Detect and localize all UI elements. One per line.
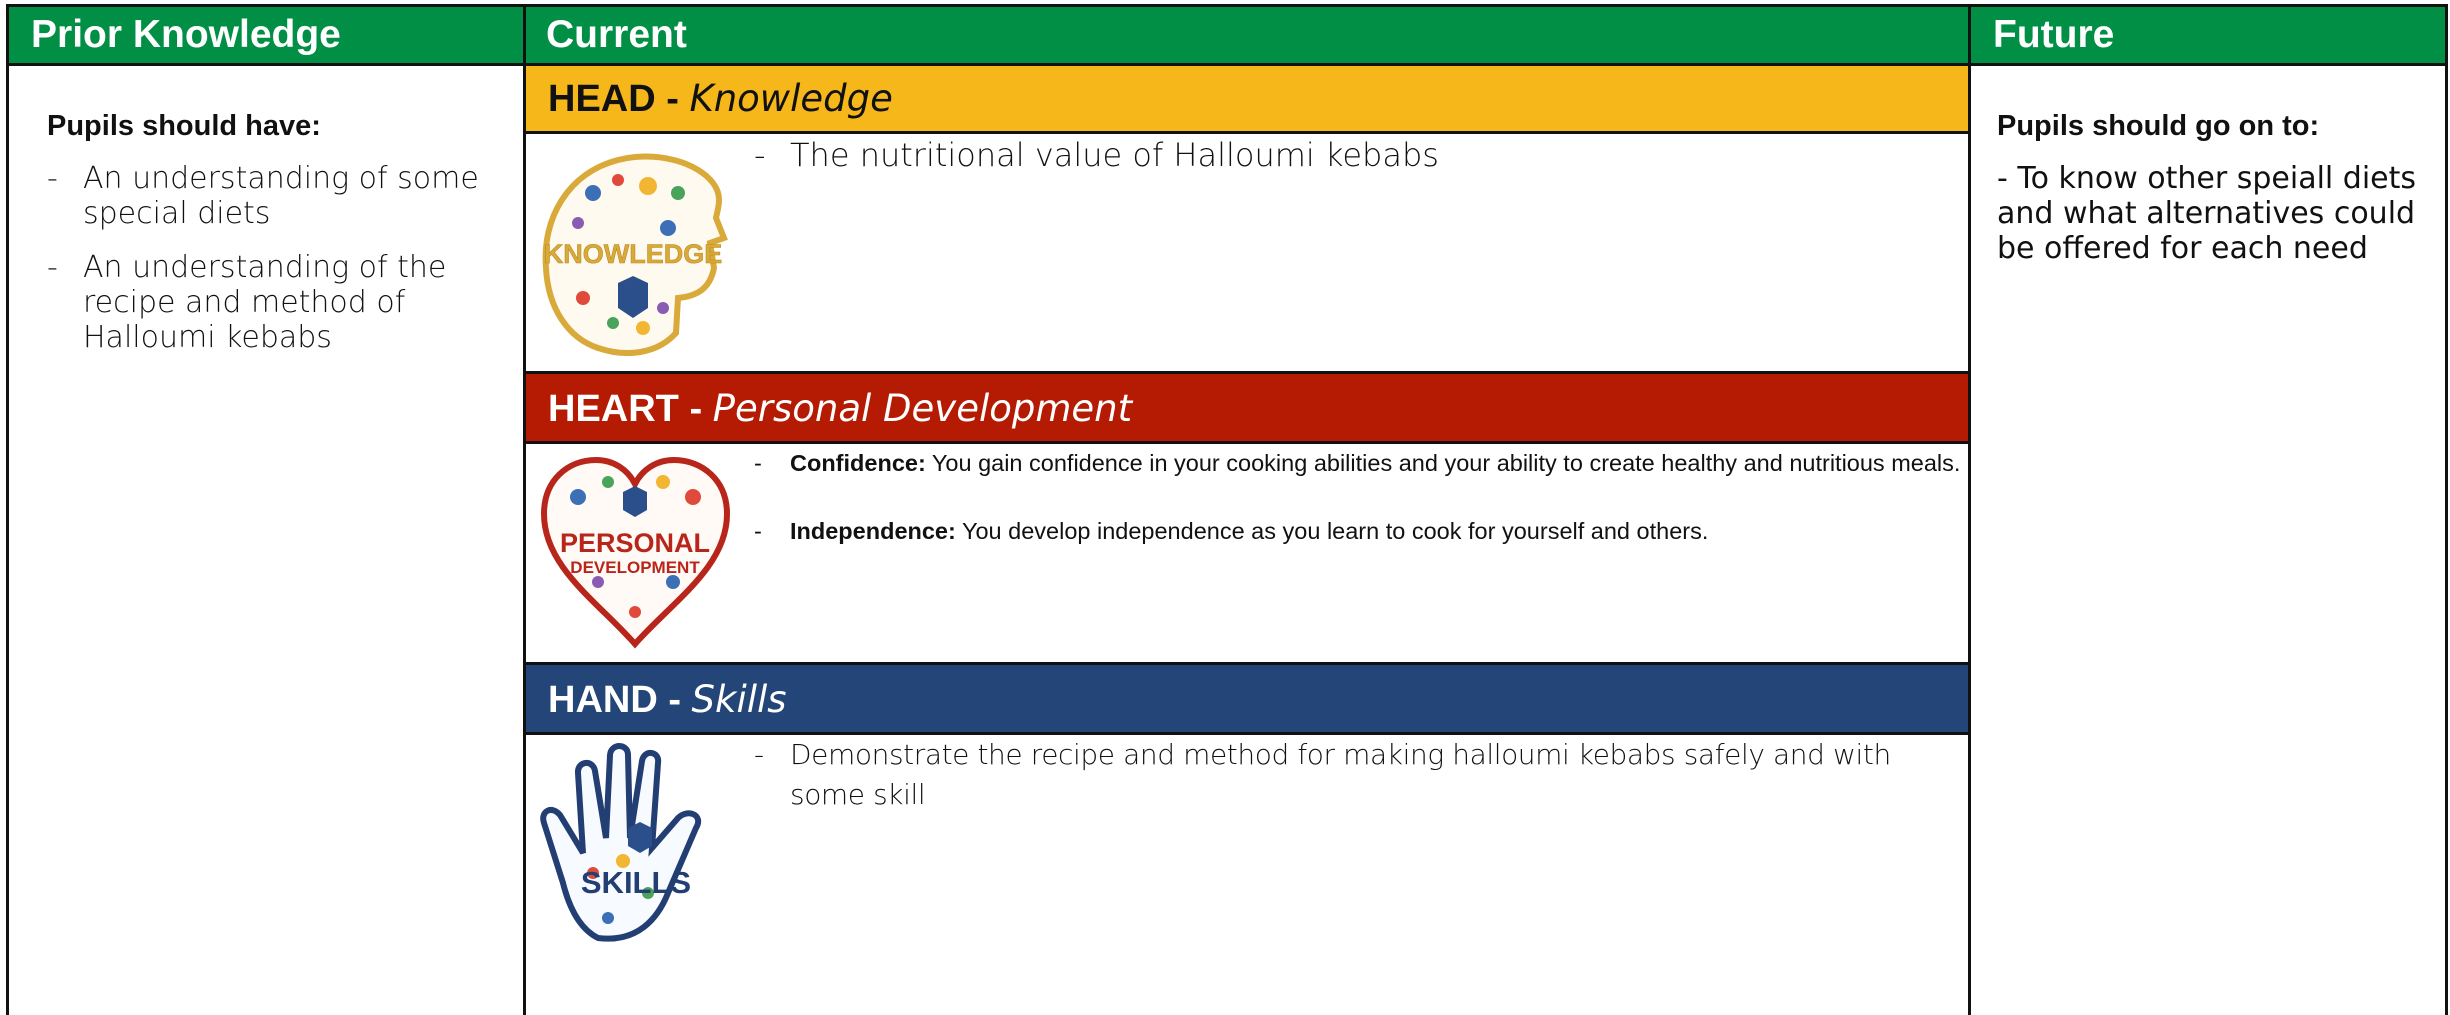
head-label: HEAD - <box>548 78 679 120</box>
heart-section-bar: HEART - Personal Development <box>526 371 1968 444</box>
hand-subtitle: Skills <box>691 678 787 721</box>
prior-knowledge-header: Prior Knowledge <box>9 7 523 66</box>
list-item: - The nutritional value of Halloumi keba… <box>754 136 1439 174</box>
prior-list: - An understanding of some special diets … <box>47 161 523 355</box>
knowledge-head-icon: KNOWLEDGE <box>542 153 728 356</box>
list-item: - An understanding of some special diets <box>47 161 479 231</box>
future-column: Future Pupils should go on to: - To know… <box>1971 7 2445 1015</box>
head-section-body: KNOWLEDGE - The nutritional value of Hal… <box>526 134 1968 371</box>
future-text: - To know other speiall diets and what a… <box>1997 161 2417 266</box>
curriculum-table: Prior Knowledge Pupils should have: - An … <box>6 4 2448 1015</box>
list-item: - Demonstrate the recipe and method for … <box>754 738 1891 811</box>
hand-label: HAND - <box>548 679 681 721</box>
list-item: - An understanding of the recipe and meth… <box>47 250 447 355</box>
heart-label: HEART - <box>548 388 703 430</box>
svg-text:KNOWLEDGE: KNOWLEDGE <box>544 239 723 269</box>
head-subtitle: Knowledge <box>689 77 893 120</box>
prior-knowledge-column: Prior Knowledge Pupils should have: - An … <box>9 7 523 1015</box>
heart-subtitle: Personal Development <box>712 387 1133 430</box>
svg-text:SKILLS: SKILLS <box>581 865 691 900</box>
list-item: - Confidence: You gain confidence in you… <box>754 450 1961 476</box>
skills-hand-icon: SKILLS <box>540 743 701 942</box>
prior-title: Pupils should have: <box>47 110 321 142</box>
svg-text:PERSONAL: PERSONAL <box>560 528 710 558</box>
hand-section-body: SKILLS - Demonstrate the recipe and meth… <box>526 735 1968 1015</box>
future-title: Pupils should go on to: <box>1997 110 2320 142</box>
hand-section-bar: HAND - Skills <box>526 662 1968 735</box>
future-header: Future <box>1971 7 2445 66</box>
confidence-term: Confidence: <box>790 450 926 476</box>
current-header: Current <box>526 7 1968 66</box>
svg-text:DEVELOPMENT: DEVELOPMENT <box>570 558 700 577</box>
list-item: - Independence: You develop independence… <box>754 518 1709 544</box>
current-column: Current HEAD - Knowledge KNOWLEDGE - The… <box>523 7 1971 1015</box>
independence-term: Independence: <box>790 518 956 544</box>
personal-development-heart-icon: PERSONAL DEVELOPMENT <box>540 456 731 649</box>
heart-section-body: PERSONAL DEVELOPMENT - Confidence: You g… <box>526 444 1968 662</box>
head-section-bar: HEAD - Knowledge <box>526 66 1968 134</box>
